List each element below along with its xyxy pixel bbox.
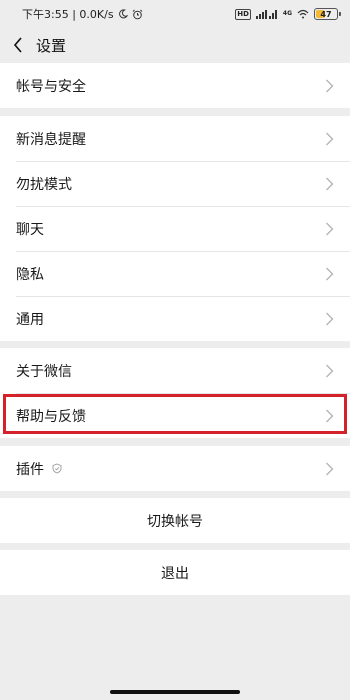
chevron-right-icon: [326, 222, 334, 235]
chevron-left-icon: [13, 37, 22, 53]
alarm-icon: [132, 9, 142, 19]
status-right: HD 4G 47: [235, 8, 341, 20]
settings-item-about-wechat[interactable]: 关于微信: [0, 348, 350, 393]
settings-item-chat[interactable]: 聊天: [0, 206, 350, 251]
chevron-right-icon: [326, 267, 334, 280]
logout-button[interactable]: 退出: [0, 550, 350, 595]
home-indicator[interactable]: [110, 690, 240, 694]
chevron-right-icon: [326, 462, 334, 475]
back-button[interactable]: [0, 28, 36, 62]
settings-group-about: 关于微信 帮助与反馈: [0, 348, 350, 438]
shield-icon: [52, 463, 62, 474]
settings-item-help-feedback[interactable]: 帮助与反馈: [0, 393, 350, 438]
moon-icon: [118, 9, 128, 19]
settings-item-label: 勿扰模式: [16, 176, 72, 193]
settings-item-plugins[interactable]: 插件: [0, 446, 350, 491]
settings-item-label: 插件: [16, 461, 44, 478]
settings-group-general: 新消息提醒 勿扰模式 聊天 隐私 通用: [0, 116, 350, 341]
battery-icon: 47: [314, 8, 341, 20]
nav-bar: 设置: [0, 28, 350, 62]
chevron-right-icon: [326, 79, 334, 92]
settings-item-label: 帮助与反馈: [16, 408, 86, 425]
settings-item-general[interactable]: 通用: [0, 296, 350, 341]
chevron-right-icon: [326, 364, 334, 377]
settings-item-label: 通用: [16, 311, 44, 328]
chevron-right-icon: [326, 409, 334, 422]
settings-item-label: 聊天: [16, 221, 44, 238]
battery-level: 47: [320, 9, 332, 19]
status-bar: 下午3:55 | 0.0K/s HD 4G 47: [0, 0, 350, 28]
settings-item-label-wrap: 插件: [16, 459, 62, 479]
settings-item-account-security[interactable]: 帐号与安全: [0, 63, 350, 108]
status-left: 下午3:55 | 0.0K/s: [22, 6, 143, 22]
settings-item-notifications[interactable]: 新消息提醒: [0, 116, 350, 161]
wifi-icon: [297, 9, 309, 19]
status-time-network: 下午3:55 | 0.0K/s: [22, 8, 114, 21]
signal-icon: [255, 10, 277, 19]
chevron-right-icon: [326, 312, 334, 325]
hd-badge: HD: [235, 8, 251, 20]
settings-group-plugins: 插件: [0, 446, 350, 491]
settings-item-label: 关于微信: [16, 363, 72, 380]
chevron-right-icon: [326, 177, 334, 190]
settings-group-account: 帐号与安全: [0, 63, 350, 108]
settings-item-label: 新消息提醒: [16, 131, 86, 148]
settings-item-do-not-disturb[interactable]: 勿扰模式: [0, 161, 350, 206]
settings-item-label: 隐私: [16, 266, 44, 283]
chevron-right-icon: [326, 132, 334, 145]
page-title: 设置: [36, 36, 67, 55]
settings-item-privacy[interactable]: 隐私: [0, 251, 350, 296]
settings-item-label: 帐号与安全: [16, 78, 86, 95]
network-type: 4G: [282, 10, 292, 17]
switch-account-button[interactable]: 切换帐号: [0, 498, 350, 543]
